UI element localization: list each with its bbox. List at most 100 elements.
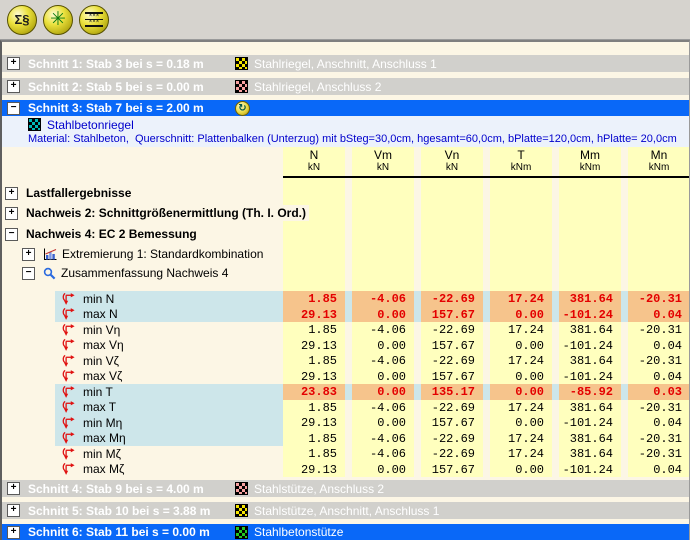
table-row[interactable]: min Vζ1.85-4.06-22.6917.24381.64-20.31 [0, 353, 690, 369]
table-row[interactable]: min Vη1.85-4.06-22.6917.24381.64-20.31 [0, 322, 690, 338]
row-label: min Vη [83, 323, 120, 337]
value-cell: -101.24 [559, 415, 621, 431]
value-cell: 29.13 [283, 338, 345, 354]
tree-item-nachweis-4[interactable]: − Nachweis 4: EC 2 Bemessung [0, 226, 200, 242]
section-schnitt-5[interactable]: + Schnitt 5: Stab 10 bei s = 3.88 m Stah… [2, 502, 689, 519]
column-unit: kN [421, 162, 483, 173]
value-cell: 0.00 [490, 384, 552, 400]
header-underline [283, 176, 690, 178]
column-symbol: Vm [352, 148, 414, 162]
expand-icon[interactable]: + [7, 504, 20, 517]
section-schnitt-6[interactable]: + Schnitt 6: Stab 11 bei s = 0.00 m Stah… [2, 524, 689, 540]
value-cell: 17.24 [490, 431, 552, 447]
table-row[interactable]: max Mζ29.130.00157.670.00-101.240.04 [0, 462, 690, 478]
section-schnitt-3[interactable]: − Schnitt 3: Stab 7 bei s = 2.00 m ↻ [2, 100, 689, 116]
expand-icon[interactable]: + [7, 57, 20, 70]
table-row[interactable]: min N1.85-4.06-22.6917.24381.64-20.31 [0, 291, 690, 307]
value-cell: -101.24 [559, 338, 621, 354]
row-label: max Vζ [83, 369, 122, 383]
axes-icon [60, 338, 75, 352]
expand-icon[interactable]: + [7, 80, 20, 93]
value-cell: 0.00 [490, 462, 552, 478]
value-cell: -101.24 [559, 307, 621, 323]
value-cell: 0.00 [490, 338, 552, 354]
value-cell: -4.06 [352, 353, 414, 369]
value-cell: 29.13 [283, 307, 345, 323]
tree-item-extremierung-1[interactable]: + Extremierung 1: Standardkombination [0, 246, 266, 262]
value-cell: 0.00 [352, 462, 414, 478]
expand-icon[interactable]: + [5, 187, 18, 200]
value-cell: 17.24 [490, 400, 552, 416]
burst-button[interactable]: ✳ [43, 5, 73, 35]
value-cell: 0.04 [628, 462, 690, 478]
axes-icon [60, 307, 75, 321]
table-row[interactable]: max Vζ29.130.00157.670.00-101.240.04 [0, 369, 690, 385]
table-row[interactable]: max N29.130.00157.670.00-101.240.04 [0, 307, 690, 323]
value-cell: 381.64 [559, 431, 621, 447]
axes-icon [60, 462, 75, 476]
section-title: Schnitt 5: Stab 10 bei s = 3.88 m [28, 504, 210, 518]
value-cell: -101.24 [559, 369, 621, 385]
tree-item-lastfallergebnisse[interactable]: + Lastfallergebnisse [0, 185, 134, 201]
section-schnitt-2[interactable]: + Schnitt 2: Stab 5 bei s = 0.00 m Stahl… [2, 78, 689, 95]
checker-yellow-icon [235, 504, 248, 517]
value-cell: -4.06 [352, 431, 414, 447]
sum-rules-button[interactable]: Σ§ [7, 5, 37, 35]
section-desc: Stahlriegel, Anschnitt, Anschluss 1 [254, 57, 437, 71]
table-row[interactable]: min T23.830.00135.170.00-85.920.03 [0, 384, 690, 400]
axes-icon [60, 323, 75, 337]
expand-icon[interactable]: + [22, 248, 35, 261]
refresh-icon: ↻ [235, 101, 250, 116]
value-cell: -85.92 [559, 384, 621, 400]
table-row[interactable]: max Vη29.130.00157.670.00-101.240.04 [0, 338, 690, 354]
tree-item-label: Nachweis 4: EC 2 Bemessung [26, 226, 200, 242]
value-cell: 0.00 [352, 415, 414, 431]
axes-icon [60, 354, 75, 368]
table-row[interactable]: max T1.85-4.06-22.6917.24381.64-20.31 [0, 400, 690, 416]
tree-item-label: Extremierung 1: Standardkombination [62, 246, 266, 262]
tree-item-label: Lastfallergebnisse [26, 185, 134, 201]
column-header: Vm kN [352, 147, 414, 176]
value-cell: 135.17 [421, 384, 483, 400]
checker-green-icon [235, 526, 248, 539]
table-row[interactable]: max Mη1.85-4.06-22.6917.24381.64-20.31 [0, 431, 690, 447]
row-label: min Mη [83, 416, 122, 430]
value-cell: 0.00 [352, 338, 414, 354]
table-row[interactable]: min Mζ1.85-4.06-22.6917.24381.64-20.31 [0, 446, 690, 462]
value-cell: 0.04 [628, 415, 690, 431]
tree-item-zusammenfassung[interactable]: − Zusammenfassung Nachweis 4 [0, 265, 231, 281]
section-desc: Stahlstütze, Anschnitt, Anschluss 1 [254, 504, 439, 518]
tree-item-nachweis-2[interactable]: + Nachweis 2: Schnittgrößenermittlung (T… [0, 205, 309, 221]
value-cell: -20.31 [628, 291, 690, 307]
section-schnitt-1[interactable]: + Schnitt 1: Stab 3 bei s = 0.18 m Stahl… [2, 55, 689, 72]
value-cell: 29.13 [283, 369, 345, 385]
value-cell: 1.85 [283, 446, 345, 462]
results-table-button[interactable]: ××× ××× [79, 5, 109, 35]
collapse-icon[interactable]: − [5, 228, 18, 241]
axes-icon [60, 400, 75, 414]
value-cell: 1.85 [283, 291, 345, 307]
results-panel: + Schnitt 1: Stab 3 bei s = 0.18 m Stahl… [0, 40, 690, 540]
value-cell: 1.85 [283, 431, 345, 447]
checker-teal-icon [28, 118, 41, 131]
collapse-icon[interactable]: − [22, 267, 35, 280]
table-row[interactable]: min Mη29.130.00157.670.00-101.240.04 [0, 415, 690, 431]
value-cell: 0.04 [628, 369, 690, 385]
column-unit: kNm [559, 162, 621, 173]
expand-icon[interactable]: + [7, 482, 20, 495]
value-cell: 381.64 [559, 400, 621, 416]
expand-icon[interactable]: + [5, 207, 18, 220]
value-cell: -22.69 [421, 431, 483, 447]
tree-item-label: Nachweis 2: Schnittgrößenermittlung (Th.… [26, 205, 309, 221]
column-unit: kNm [628, 162, 690, 173]
axes-icon [60, 385, 75, 399]
section-desc: Stahlriegel, Anschluss 2 [254, 80, 381, 94]
section-desc: Stahlstütze, Anschluss 2 [254, 482, 384, 496]
section-schnitt-4[interactable]: + Schnitt 4: Stab 9 bei s = 4.00 m Stahl… [2, 480, 689, 497]
value-cell: 157.67 [421, 369, 483, 385]
results-window: Σ§ ✳ ××× ××× + Schnitt 1: Stab 3 bei s =… [0, 0, 690, 540]
collapse-icon[interactable]: − [7, 102, 20, 115]
expand-icon[interactable]: + [7, 526, 20, 539]
axes-icon [60, 447, 75, 461]
section-title: Schnitt 2: Stab 5 bei s = 0.00 m [28, 80, 204, 94]
